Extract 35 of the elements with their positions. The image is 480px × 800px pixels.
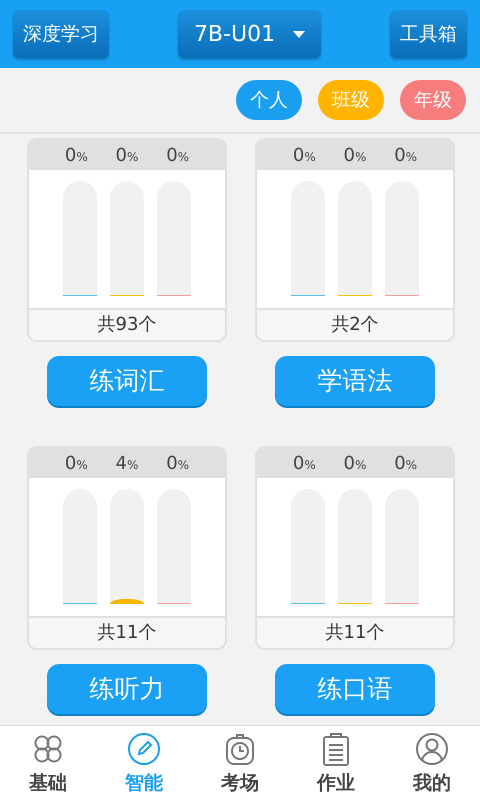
total-count: 共11个 [29, 616, 225, 648]
practice-button[interactable]: 练听力 [47, 664, 207, 714]
percent-label: 0% [292, 452, 316, 476]
toolbox-button[interactable]: 工具箱 [390, 10, 467, 58]
filter-chip[interactable]: 个人 [236, 80, 302, 120]
tab-item[interactable]: 作业 [288, 726, 384, 800]
caret-icon [293, 30, 306, 38]
percent-label: 0% [394, 452, 418, 476]
practice-button[interactable]: 学语法 [275, 356, 435, 406]
percent-label: 0% [116, 144, 138, 168]
percent-label: 0% [64, 452, 88, 476]
practice-button[interactable]: 练词汇 [47, 356, 207, 406]
percent-label: 0% [292, 144, 316, 168]
percent-label: 0% [64, 144, 88, 168]
percent-label: 0% [166, 452, 190, 476]
pencil-icon [127, 732, 161, 767]
percent-label: 0% [344, 144, 366, 168]
unit-dropdown[interactable]: 7B-U01 [178, 10, 321, 58]
percent-label: 0% [394, 144, 418, 168]
tab-item[interactable]: 基础 [0, 726, 96, 800]
percent-label: 4% [116, 452, 138, 476]
user-icon [415, 732, 449, 767]
tab-item[interactable]: 考场 [192, 726, 288, 800]
total-count: 共2个 [257, 308, 453, 340]
deep-learning-button[interactable]: 深度学习 [13, 10, 109, 58]
total-count: 共11个 [257, 616, 453, 648]
percent-label: 0% [166, 144, 190, 168]
tab-item[interactable]: 智能 [96, 726, 192, 800]
stopwatch-icon [223, 732, 257, 767]
filter-chip[interactable]: 班级 [318, 80, 384, 120]
tab-item[interactable]: 我的 [384, 726, 480, 800]
percent-label: 0% [344, 452, 366, 476]
filter-chip[interactable]: 年级 [400, 80, 466, 120]
total-count: 共93个 [29, 308, 225, 340]
practice-button[interactable]: 练口语 [275, 664, 435, 714]
